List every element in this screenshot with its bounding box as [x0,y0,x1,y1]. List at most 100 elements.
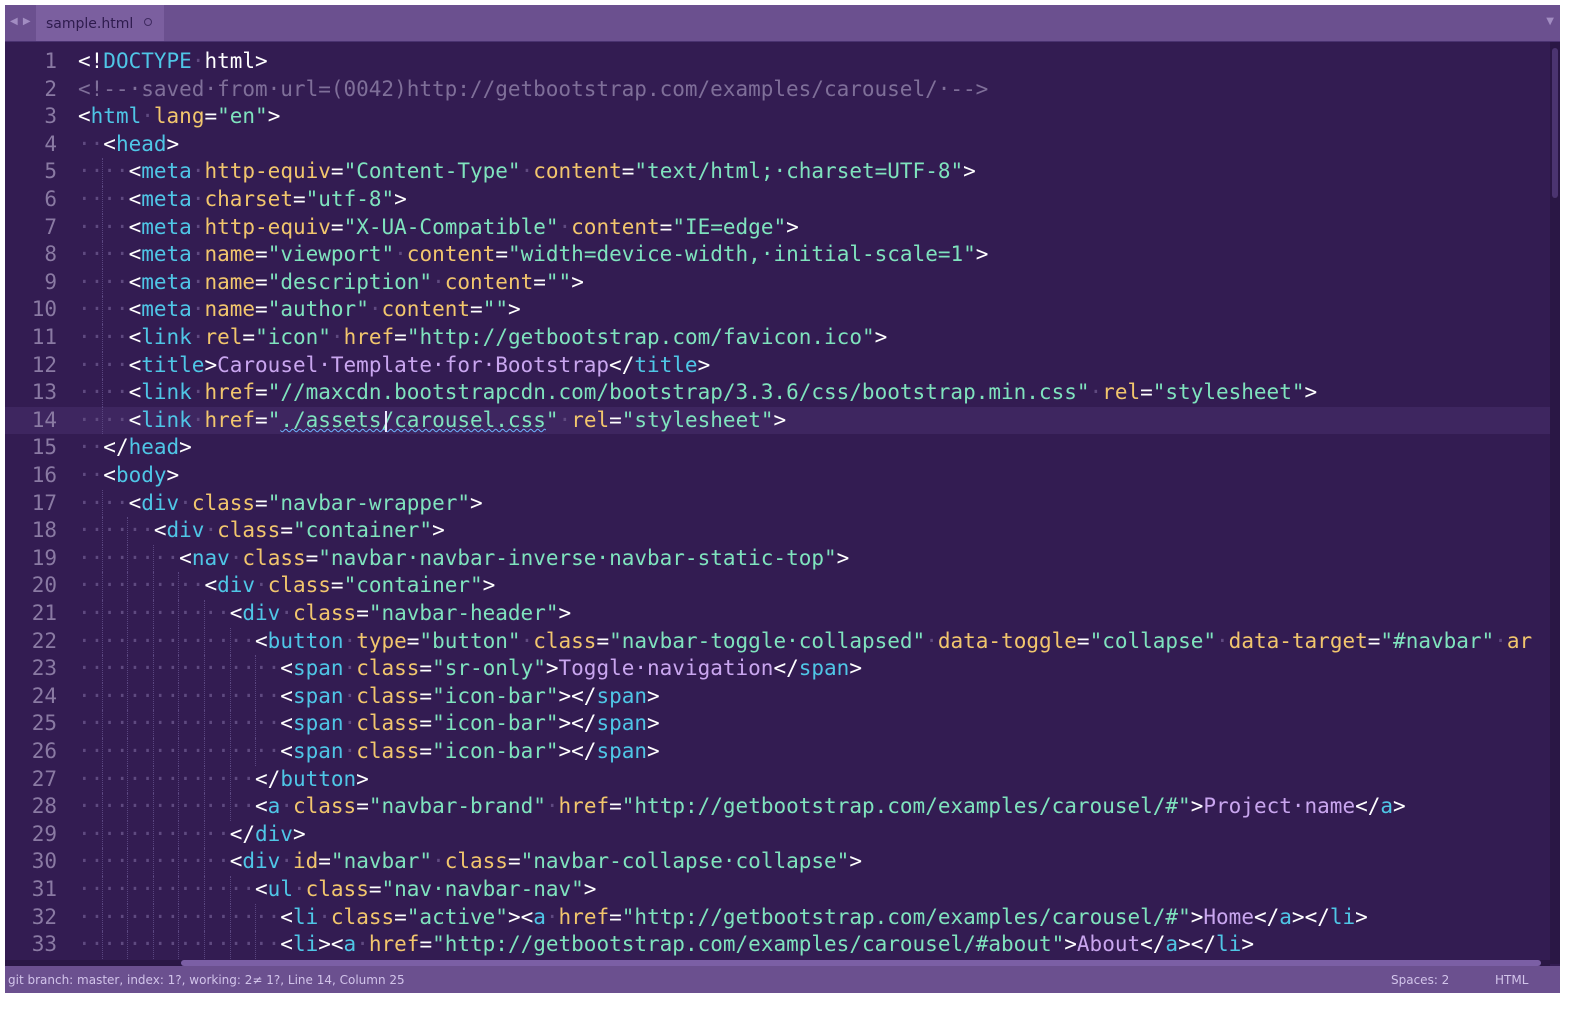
code-token: = [419,656,433,681]
code-token: class [191,490,256,515]
code-token: meta [141,297,192,322]
code-line[interactable]: 13 ····<link·href="//maxcdn.bootstrapcdn.… [5,379,1550,407]
code-line[interactable]: 16 ··<body> [5,462,1550,490]
code-line[interactable]: 26 ················<span·class="icon-bar"… [5,738,1550,766]
code-token: < [280,932,293,957]
code-line[interactable]: 25 ················<span·class="icon-bar"… [5,710,1550,738]
code-token: = [356,794,369,819]
code-token: = [394,325,407,349]
code-text: ····<meta·name="author"·content=""> [78,297,521,322]
code-line[interactable]: 7 ····<meta·http-equiv="X-UA-Compatible"·… [5,213,1550,242]
code-token: "navbar-brand" [368,794,546,819]
code-token: < [128,380,142,405]
code-token: > [507,297,521,322]
code-token: · [558,214,572,239]
code-line[interactable]: 8 ····<meta·name="viewport"·content="widt… [5,241,1550,269]
code-token: · [191,242,205,267]
code-token: "navbar-header" [368,601,559,625]
code-token: · [368,297,382,322]
code-line[interactable]: 22 ··············<button·type="button"·cl… [5,627,1550,656]
code-token: li [1216,932,1242,957]
line-number: 20 [31,573,57,598]
code-token: "icon-bar" [432,683,559,708]
code-line[interactable]: 5 ····<meta·http-equiv="Content-Type"·con… [5,158,1550,186]
line-number: 33 [31,932,57,957]
code-line[interactable]: 12 ····<title>Carousel·Template·for·Boots… [5,351,1550,380]
code-token: <! [78,49,104,73]
code-line[interactable]: 3 <html·lang="en"> [5,103,1550,131]
code-token: meta [141,187,192,211]
code-line[interactable]: 11 ····<link·rel="icon"·href="http://getb… [5,324,1550,352]
code-token: · [1216,628,1229,653]
code-line[interactable]: 6 ····<meta·charset="utf-8"> [5,186,1550,214]
code-token: > [786,214,799,239]
code-editor[interactable]: 1 <!DOCTYPE·html> 2 <!--·saved·from·url=(00… [5,42,1550,964]
line-number: 15 [31,435,57,460]
code-line[interactable]: 33 ················<li><a·href="http://ge… [5,931,1550,959]
code-line[interactable]: 1 <!DOCTYPE·html> [5,48,1550,76]
syntax-mode[interactable]: HTML [1495,973,1528,987]
code-token: class [292,794,357,819]
vertical-scrollbar[interactable] [1550,42,1560,964]
code-token: < [229,849,243,874]
code-token: < [255,877,268,901]
tab-sample-html[interactable]: sample.html [36,5,164,41]
close-tab-icon[interactable] [144,18,152,26]
code-text: ············<div·class="navbar-header"> [78,601,572,625]
code-token: = [533,269,546,294]
code-token: > [963,159,976,184]
code-token: · [394,242,407,267]
code-token: > [836,545,850,570]
code-token: > [571,269,584,294]
code-line[interactable]: 2 <!--·saved·from·url=(0042)http://getboo… [5,76,1550,104]
code-token: < [128,297,142,322]
code-line[interactable]: 27 ··············</button> [5,765,1550,794]
code-token: "icon-bar" [432,711,559,736]
code-line[interactable]: 15 ··</head> [5,434,1550,462]
code-token: span [596,683,648,708]
chevron-down-icon[interactable]: ▼ [1546,16,1554,27]
code-line[interactable]: 21 ············<div·class="navbar-header"… [5,600,1550,628]
code-line[interactable]: 29 ············</div> [5,820,1550,849]
code-token: < [280,904,293,929]
code-token: div [242,849,281,874]
code-line[interactable]: 18 ······<div·class="container"> [5,517,1550,545]
code-line[interactable]: 19 ········<nav·class="navbar·navbar-inve… [5,544,1550,573]
indentation-setting[interactable]: Spaces: 2 [1391,973,1449,987]
code-token: · [558,407,572,432]
code-token: class [305,877,369,901]
code-token: content [444,269,534,294]
code-line[interactable]: 9 ····<meta·name="description"·content=""… [5,268,1550,297]
code-line[interactable]: 17 ····<div·class="navbar-wrapper"> [5,489,1550,518]
code-token: div [242,601,281,625]
code-text: ····<link·href="./assets/carousel.css"·r… [78,407,787,432]
code-line[interactable]: 28 ··············<a·class="navbar-brand"·… [5,793,1550,821]
code-token: · [343,628,357,653]
code-token: title [141,352,205,377]
code-line[interactable]: 10 ····<meta·name="author"·content=""> [5,296,1550,324]
code-line[interactable]: 4 ··<head> [5,131,1550,159]
line-number: 3 [44,104,57,129]
current-code-line[interactable]: 14 ····<link·href="./assets/carousel.css"… [5,406,1550,435]
code-token: · [191,325,205,349]
code-token: > [558,601,572,625]
tab-scroll-arrows-icon[interactable]: ◀ ▶ [10,16,32,27]
code-token: > [1064,932,1077,957]
vertical-scrollbar-thumb[interactable] [1552,48,1558,198]
code-line[interactable]: 24 ················<span·class="icon-bar"… [5,682,1550,711]
code-token: > [1304,380,1318,405]
code-token: = [596,628,610,653]
code-token: type [356,628,407,653]
code-token: > [874,325,888,349]
code-line[interactable]: 32 ················<li·class="active"><a·… [5,903,1550,932]
code-token: > [849,656,862,681]
code-line[interactable]: 20 ··········<div·class="container"> [5,572,1550,600]
code-line[interactable]: 30 ············<div·id="navbar"·class="na… [5,848,1550,876]
code-token: < [229,601,243,625]
code-token: · [191,49,205,73]
code-token: "http://getbootstrap.com/examples/carous… [621,904,1191,929]
code-line[interactable]: 23 ················<span·class="sr-only">… [5,655,1550,683]
code-line[interactable]: 31 ··············<ul·class="nav·navbar-na… [5,876,1550,904]
code-token: = [330,159,344,184]
line-number: 7 [44,214,57,239]
